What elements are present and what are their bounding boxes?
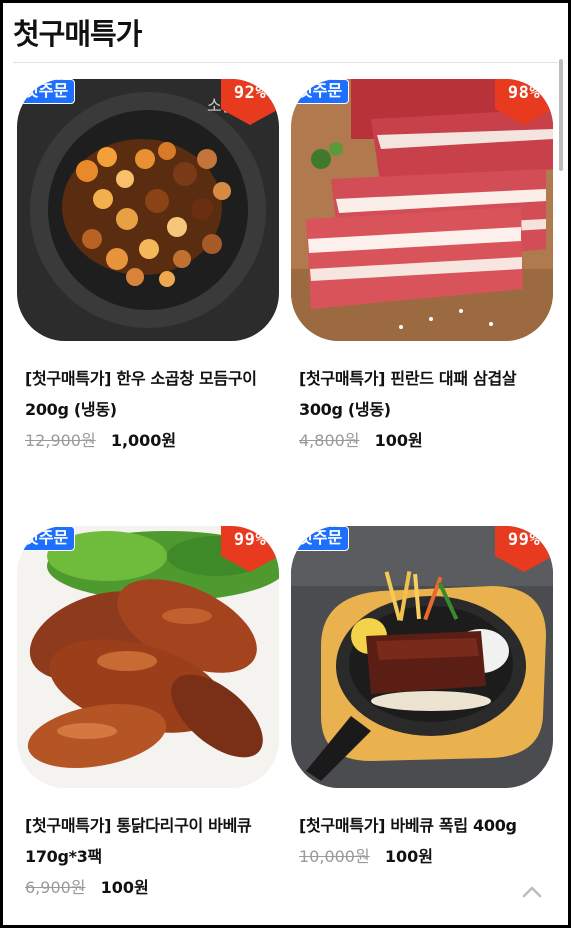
product-card-bbq-chicken[interactable]: 첫주문 99% [첫구매특가] 통닭다리구이 바베큐170g*3팩 6,900원… [17, 526, 283, 898]
price-row: 6,900원 100원 [25, 874, 283, 898]
header-divider [13, 62, 558, 63]
product-card-pork-belly[interactable]: 첫주문 98% [첫구매특가] 핀란드 대패 삼겹살 300g (냉동) 4,8… [291, 79, 557, 451]
product-image[interactable]: 첫주문 99% [291, 526, 553, 788]
sale-price: 100원 [384, 847, 433, 866]
discount-label: 98% [507, 83, 541, 103]
first-order-badge: 첫주문 [291, 79, 350, 104]
product-card-bbq-ribs[interactable]: 첫주문 99% [첫구매특가] 바베큐 폭립 400g 10,000원 100원 [291, 526, 557, 867]
sale-price: 100원 [100, 878, 149, 897]
scrollbar[interactable] [559, 59, 563, 171]
price-row: 4,800원 100원 [299, 427, 557, 451]
first-order-badge: 첫주문 [17, 79, 76, 104]
product-title[interactable]: [첫구매특가] 핀란드 대패 삼겹살 300g (냉동) [299, 363, 549, 425]
original-price: 4,800원 [299, 431, 360, 450]
product-title[interactable]: [첫구매특가] 바베큐 폭립 400g [299, 810, 549, 841]
product-card-grilled-tripe[interactable]: 소곱 첫주문 92% [첫구매특가] 한우 소곱창 모듬구이 200g (냉동)… [17, 79, 283, 451]
original-price: 10,000원 [299, 847, 370, 866]
page-frame: 첫구매특가 첫주문 92% [첫구매특가] 한우 소곱창 모듬구이 200g (… [0, 0, 571, 928]
discount-badge: 92% [221, 79, 279, 125]
sale-price: 100원 [374, 431, 423, 450]
price-row: 10,000원 100원 [299, 843, 557, 867]
product-image[interactable]: 첫주문 99% [17, 526, 279, 788]
first-order-badge: 첫주문 [17, 526, 76, 551]
sale-price: 1,000원 [110, 431, 177, 450]
discount-badge: 99% [495, 526, 553, 572]
product-image[interactable]: 소곱 첫주문 92% [17, 79, 279, 341]
product-title[interactable]: [첫구매특가] 통닭다리구이 바베큐170g*3팩 [25, 810, 275, 872]
discount-label: 99% [507, 530, 541, 550]
scroll-to-top-button[interactable] [522, 883, 542, 898]
product-image[interactable]: 첫주문 98% [291, 79, 553, 341]
product-title[interactable]: [첫구매특가] 한우 소곱창 모듬구이 200g (냉동) [25, 363, 275, 425]
page-title: 첫구매특가 [13, 17, 142, 51]
discount-badge: 99% [221, 526, 279, 572]
discount-label: 99% [233, 530, 267, 550]
original-price: 12,900원 [25, 431, 96, 450]
chevron-up-icon [522, 886, 542, 898]
first-order-badge: 첫주문 [291, 526, 350, 551]
price-row: 12,900원 1,000원 [25, 427, 283, 451]
discount-badge: 98% [495, 79, 553, 125]
original-price: 6,900원 [25, 878, 86, 897]
discount-label: 92% [233, 83, 267, 103]
